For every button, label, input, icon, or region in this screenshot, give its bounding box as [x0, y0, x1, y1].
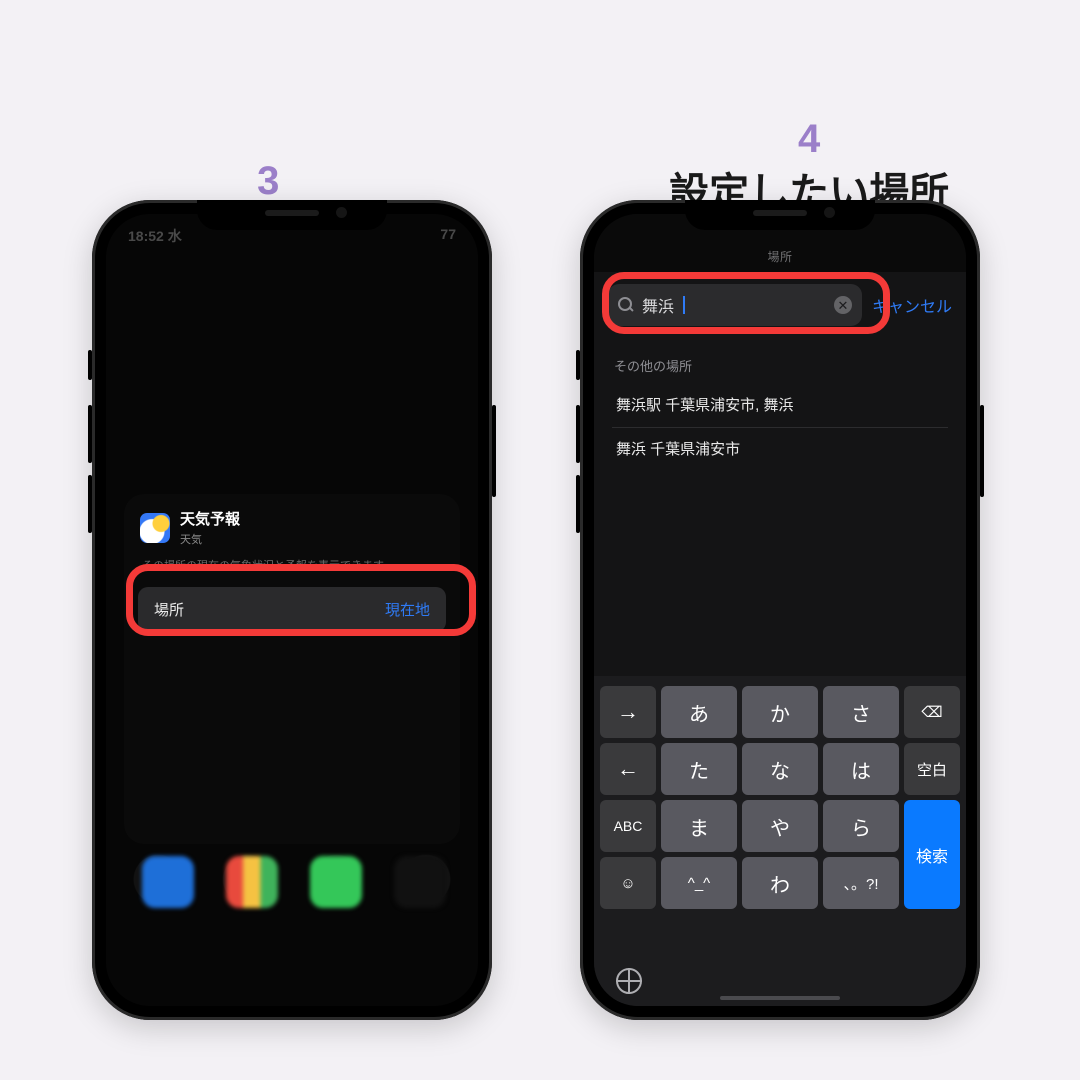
- phone-frame-1: 18:52 水 77 天気予報 天気 その場所の現在の気象状況と予報を表示できま…: [92, 200, 492, 1020]
- search-query-text: 舞浜: [642, 293, 674, 317]
- key-ka[interactable]: か: [742, 686, 818, 738]
- dock-app-2: [226, 856, 278, 908]
- key-ta[interactable]: た: [661, 743, 737, 795]
- dock-app-4: [394, 856, 446, 908]
- key-delete[interactable]: ⌫: [904, 686, 960, 738]
- location-label: 場所: [154, 599, 184, 620]
- key-na[interactable]: な: [742, 743, 818, 795]
- search-icon: [618, 297, 634, 313]
- search-input[interactable]: 舞浜 ✕: [608, 284, 862, 326]
- key-ma[interactable]: ま: [661, 800, 737, 852]
- key-wa[interactable]: わ: [742, 857, 818, 909]
- dock-app-1: [142, 856, 194, 908]
- cancel-button[interactable]: キャンセル: [872, 293, 952, 317]
- key-a[interactable]: あ: [661, 686, 737, 738]
- key-prev-candidate[interactable]: ←: [600, 743, 656, 795]
- section-other-places: その他の場所: [614, 356, 692, 375]
- key-punct[interactable]: 、。?!: [823, 857, 899, 909]
- key-search[interactable]: 検索: [904, 800, 960, 909]
- key-ya[interactable]: や: [742, 800, 818, 852]
- widget-description: その場所の現在の気象状況と予報を表示できます。: [124, 551, 460, 583]
- widget-app-name: 天気: [180, 531, 240, 547]
- clear-icon[interactable]: ✕: [834, 296, 852, 314]
- step-3-number: 3: [257, 159, 279, 203]
- status-battery: 77: [440, 226, 456, 246]
- globe-icon[interactable]: [616, 968, 642, 994]
- status-time: 18:52 水: [128, 226, 182, 246]
- dock-app-3: [310, 856, 362, 908]
- search-result[interactable]: 舞浜 千葉県浦安市: [612, 426, 948, 471]
- key-ha[interactable]: は: [823, 743, 899, 795]
- phone-frame-2: 場所 舞浜 ✕ キャンセル その他の場所 舞浜駅 千葉県浦安市, 舞浜 舞浜 千…: [580, 200, 980, 1020]
- key-space[interactable]: 空白: [904, 743, 960, 795]
- sheet-title: 場所: [594, 248, 966, 265]
- keyboard: → あ か さ ⌫ ← た な は 空白 ABC ま や ら 検索 ☺ ^_^: [594, 676, 966, 1006]
- key-ra[interactable]: ら: [823, 800, 899, 852]
- step-4-number: 4: [798, 117, 820, 161]
- key-face[interactable]: ^_^: [661, 857, 737, 909]
- home-indicator[interactable]: [720, 996, 840, 1000]
- key-next-candidate[interactable]: →: [600, 686, 656, 738]
- key-sa[interactable]: さ: [823, 686, 899, 738]
- search-result[interactable]: 舞浜駅 千葉県浦安市, 舞浜: [612, 382, 948, 428]
- location-row[interactable]: 場所 現在地: [138, 587, 446, 632]
- notch: [197, 200, 387, 230]
- notch: [685, 200, 875, 230]
- key-abc[interactable]: ABC: [600, 800, 656, 852]
- text-cursor: [683, 296, 685, 314]
- widget-title: 天気予報: [180, 508, 240, 529]
- widget-settings-card: 天気予報 天気 その場所の現在の気象状況と予報を表示できます。 場所 現在地: [124, 494, 460, 844]
- weather-app-icon: [140, 513, 170, 543]
- key-emoji[interactable]: ☺: [600, 857, 656, 909]
- location-value: 現在地: [385, 599, 430, 620]
